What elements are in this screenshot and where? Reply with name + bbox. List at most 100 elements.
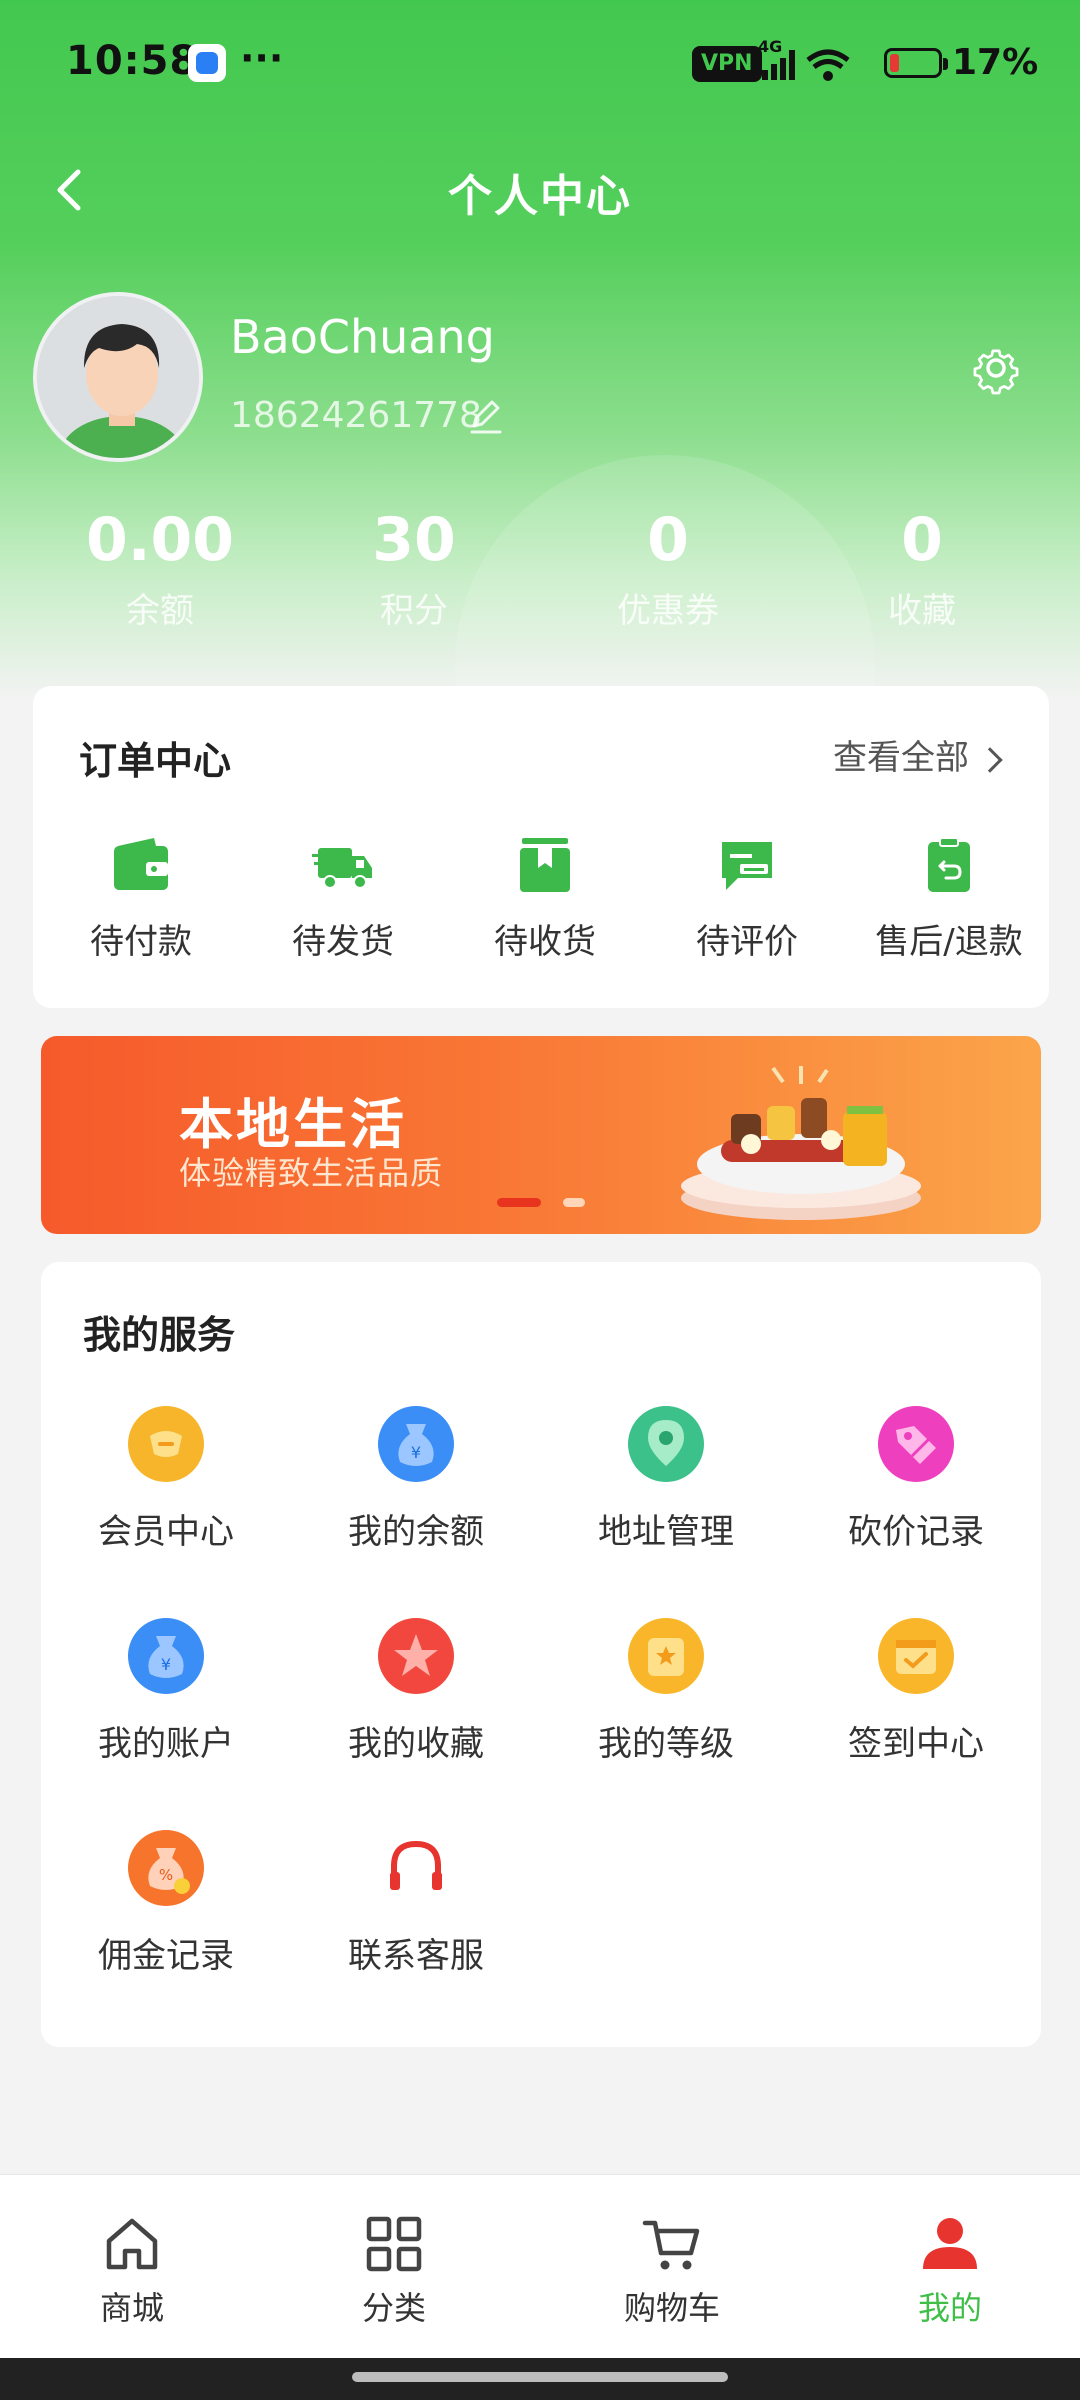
more-notifications-icon: ··· [240,36,284,80]
level-icon [628,1618,704,1694]
service-favorites[interactable]: 我的收藏 [291,1618,541,1765]
service-label: 我的账户 [98,1724,234,1764]
stat-balance[interactable]: 0.00 余额 [50,505,270,632]
service-label: 地址管理 [598,1512,734,1552]
home-indicator[interactable] [352,2372,728,2382]
order-pending-shipment[interactable]: 待发货 [243,834,443,963]
banner-subtitle: 体验精致生活品质 [179,1154,444,1192]
commission-icon: % [128,1830,204,1906]
food-plate-image [681,1066,921,1220]
order-pending-receipt[interactable]: 待收货 [445,834,645,963]
truck-icon [312,848,372,889]
member-icon [128,1406,204,1482]
carousel-dot[interactable] [563,1198,585,1207]
stat-coupons[interactable]: 0 优惠券 [558,505,778,632]
services-title: 我的服务 [83,1313,236,1357]
cart-icon [642,2220,700,2270]
user-icon [923,2218,977,2269]
edit-icon[interactable] [466,396,506,436]
avatar[interactable] [33,292,203,462]
status-bar: 10:58 ··· VPN 4G 17% [0,0,1080,130]
tab-mall[interactable]: 商城 [32,2213,232,2329]
order-pending-payment[interactable]: 待付款 [41,834,241,963]
grid-icon [366,2216,422,2272]
vpn-indicator: VPN [692,46,762,82]
user-phone: 18624261778 [230,395,482,436]
order-label: 售后/退款 [875,922,1023,962]
order-center-title: 订单中心 [79,739,232,783]
promo-banner[interactable]: 本地生活 体验精致生活品质 [41,1036,1041,1234]
order-label: 待评价 [696,922,798,962]
service-label: 我的余额 [348,1512,484,1552]
order-center-card: 订单中心 查看全部 待付款 待发货 待收货 待评价 售后/退款 [33,686,1049,1008]
wallet-icon [114,838,168,890]
svg-text:%: % [159,1866,173,1884]
service-level[interactable]: 我的等级 [541,1618,791,1765]
refund-icon [928,837,970,892]
signal-wifi-icon: 4G [758,37,850,81]
service-label: 会员中心 [98,1512,234,1552]
view-all-label: 查看全部 [833,738,969,778]
service-address[interactable]: 地址管理 [541,1406,791,1553]
service-label: 联系客服 [348,1936,484,1976]
user-name: BaoChuang [230,310,495,364]
stat-label: 优惠券 [617,591,719,631]
order-after-sale[interactable]: 售后/退款 [849,834,1049,963]
order-label: 待发货 [292,922,394,962]
stat-value: 0 [647,505,689,575]
service-checkin[interactable]: 签到中心 [791,1618,1041,1765]
order-pending-review[interactable]: 待评价 [647,834,847,963]
tab-cart[interactable]: 购物车 [572,2213,772,2329]
headset-icon [378,1830,454,1906]
stat-value: 0.00 [85,505,235,575]
account-bag-icon: ¥ [128,1618,204,1694]
chevron-right-icon [977,746,1003,773]
service-my-balance[interactable]: ¥ 我的余额 [291,1406,541,1553]
battery-percent: 17% [952,42,1039,83]
battery-icon [884,48,948,78]
stat-points[interactable]: 30 积分 [304,505,524,632]
stat-label: 收藏 [888,591,956,631]
tab-mine[interactable]: 我的 [850,2213,1050,2329]
home-icon [106,2218,158,2270]
tab-label: 分类 [361,2289,426,2327]
star-icon [378,1618,454,1694]
tab-label: 购物车 [623,2289,720,2327]
service-customer-support[interactable]: 联系客服 [291,1830,541,1977]
box-icon [520,838,570,892]
notification-app-icon [188,44,226,82]
tab-category[interactable]: 分类 [294,2213,494,2329]
location-icon [628,1406,704,1482]
tab-label: 商城 [99,2289,164,2327]
service-label: 签到中心 [848,1724,984,1764]
stat-value: 0 [901,505,943,575]
money-bag-icon: ¥ [378,1406,454,1482]
tag-icon [878,1406,954,1482]
stat-favorites[interactable]: 0 收藏 [812,505,1032,632]
avatar-image [37,296,199,458]
navigation-bar: 个人中心 [0,140,1080,240]
svg-text:¥: ¥ [161,1655,171,1674]
comment-icon [722,842,772,890]
bottom-tab-bar: 商城 分类 购物车 我的 [0,2174,1080,2358]
calendar-check-icon [878,1618,954,1694]
tab-label: 我的 [917,2289,982,2327]
account-stats: 0.00 余额 30 积分 0 优惠券 0 收藏 [0,505,1080,645]
service-commission[interactable]: % 佣金记录 [41,1830,291,1977]
service-member-center[interactable]: 会员中心 [41,1406,291,1553]
settings-gear-icon[interactable] [968,340,1024,396]
order-label: 待付款 [90,922,192,962]
page-title: 个人中心 [448,171,632,222]
stat-label: 积分 [380,591,448,631]
service-my-account[interactable]: ¥ 我的账户 [41,1618,291,1765]
status-time: 10:58 [66,38,199,84]
svg-text:¥: ¥ [411,1443,421,1462]
stat-value: 30 [372,505,456,575]
carousel-dot-active[interactable] [497,1198,541,1207]
order-label: 待收货 [494,922,596,962]
service-label: 我的等级 [598,1724,734,1764]
service-bargain[interactable]: 砍价记录 [791,1406,1041,1553]
svg-text:4G: 4G [758,37,782,56]
view-all-orders-link[interactable]: 查看全部 [833,730,1003,779]
service-label: 砍价记录 [848,1512,984,1552]
